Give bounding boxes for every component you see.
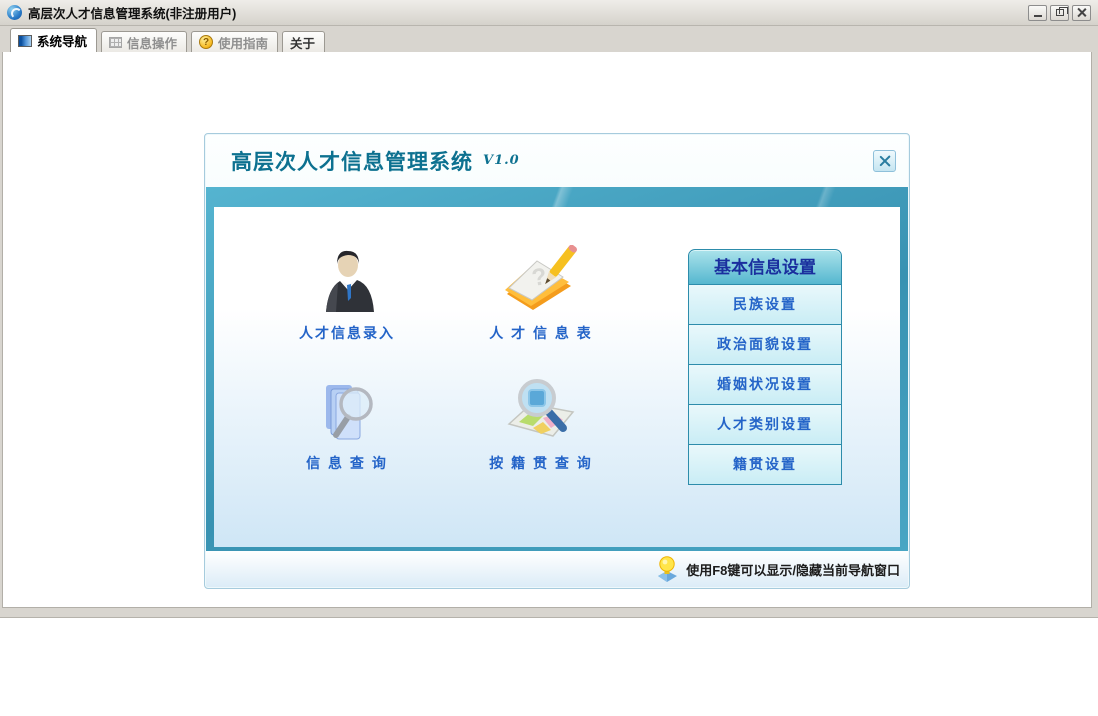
settings-item-native-place[interactable]: 籍贯设置 (688, 445, 842, 485)
settings-item-talent-category[interactable]: 人才类别设置 (688, 405, 842, 445)
shortcut-talent-table[interactable]: ? 人 才 信 息 表 (466, 239, 616, 343)
settings-item-marital-status[interactable]: 婚姻状况设置 (688, 365, 842, 405)
help-icon (199, 35, 214, 49)
navigator-dialog: 高层次人才信息管理系统 V1.0 人才信息录入 ? 人 才 信 息 表 信 息 … (204, 133, 910, 589)
grid-icon (109, 36, 123, 48)
dialog-footer: 使用F8键可以显示/隐藏当前导航窗口 (206, 551, 908, 587)
navigation-icon (18, 34, 32, 47)
notepad-pencil-icon: ? (466, 239, 616, 317)
tab-label: 系统导航 (37, 35, 88, 49)
dialog-close-button[interactable] (873, 149, 896, 172)
window-title: 高层次人才信息管理系统(非注册用户) (28, 7, 237, 21)
dialog-header: 高层次人才信息管理系统 V1.0 (205, 134, 909, 187)
shortcut-label: 人 才 信 息 表 (489, 325, 593, 341)
shortcut-talent-entry[interactable]: 人才信息录入 (272, 239, 422, 343)
shortcut-label: 按 籍 贯 查 询 (489, 455, 593, 471)
tab-user-guide[interactable]: 使用指南 (191, 31, 279, 52)
close-icon (1077, 8, 1086, 17)
restore-button[interactable] (1050, 4, 1069, 21)
tab-label: 使用指南 (218, 36, 269, 51)
dialog-body: 人才信息录入 ? 人 才 信 息 表 信 息 查 询 按 籍 贯 查 询 基本信… (214, 207, 900, 547)
tab-info-operations[interactable]: 信息操作 (101, 31, 188, 52)
tab-system-navigation[interactable]: 系统导航 (10, 28, 98, 52)
shortcut-label: 人才信息录入 (299, 325, 395, 341)
folders-search-icon (272, 369, 422, 447)
settings-panel-header: 基本信息设置 (688, 249, 842, 285)
lightbulb-icon (658, 555, 678, 582)
settings-item-ethnicity[interactable]: 民族设置 (688, 285, 842, 325)
basic-settings-panel: 基本信息设置 民族设置 政治面貌设置 婚姻状况设置 人才类别设置 籍贯设置 (688, 249, 842, 485)
shortcut-query-by-native-place[interactable]: 按 籍 贯 查 询 (466, 369, 616, 473)
tab-about[interactable]: 关于 (282, 31, 326, 52)
titlebar: 高层次人才信息管理系统(非注册用户) (0, 0, 1098, 26)
dialog-teal-frame: 人才信息录入 ? 人 才 信 息 表 信 息 查 询 按 籍 贯 查 询 基本信… (206, 187, 908, 553)
settings-item-political-status[interactable]: 政治面貌设置 (688, 325, 842, 365)
tab-label: 信息操作 (127, 36, 178, 51)
tab-label: 关于 (290, 36, 316, 51)
close-icon (879, 155, 891, 167)
person-entry-icon (272, 239, 422, 317)
minimize-icon (1033, 14, 1042, 17)
dialog-title: 高层次人才信息管理系统 (231, 150, 473, 174)
minimize-button[interactable] (1028, 4, 1047, 21)
map-search-icon (466, 369, 616, 447)
dialog-version: V1.0 (483, 153, 520, 168)
app-logo-icon (7, 5, 22, 20)
restore-icon (1055, 7, 1068, 16)
shortcut-info-query[interactable]: 信 息 查 询 (272, 369, 422, 473)
footer-tip-text: 使用F8键可以显示/隐藏当前导航窗口 (686, 562, 900, 578)
close-button[interactable] (1072, 4, 1091, 21)
window-controls (1028, 4, 1091, 21)
shortcut-label: 信 息 查 询 (306, 455, 388, 471)
tab-strip: 系统导航 信息操作 使用指南 关于 (0, 26, 1098, 52)
